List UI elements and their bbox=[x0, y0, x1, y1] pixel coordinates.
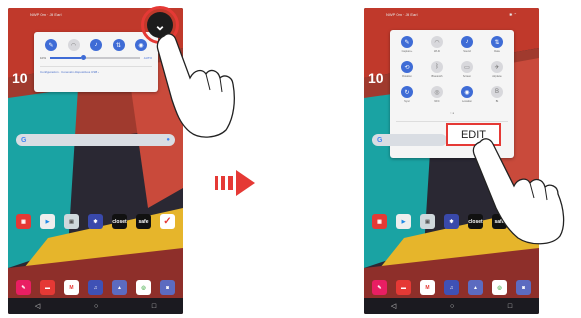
location-icon: ◉ bbox=[461, 86, 473, 98]
wifi-icon: ◠ bbox=[67, 39, 80, 51]
qs-tile-pencil[interactable]: ✎ bbox=[40, 39, 62, 51]
qs-tile-airplane[interactable]: ✈ Airplane bbox=[486, 61, 508, 78]
chat-icon[interactable]: ▬ bbox=[40, 280, 55, 295]
back-button[interactable]: ◁ bbox=[35, 302, 40, 310]
airplane-icon: ✈ bbox=[491, 61, 503, 73]
sync-icon: ↻ bbox=[401, 86, 413, 98]
screen-icon: ▭ bbox=[461, 61, 473, 73]
play-store-icon[interactable]: ▶ bbox=[40, 214, 55, 229]
qs-tile-data[interactable]: ⇅ Data bbox=[486, 36, 508, 53]
qs-tile-wifi[interactable]: ◠ bbox=[63, 39, 85, 51]
nav-bar: ◁ ○ □ bbox=[364, 298, 539, 314]
status-bar: NWP 0m · Jil Earl ✱ ⌃ bbox=[364, 8, 539, 20]
qs-tile-rotation[interactable]: ⟲ Rotation bbox=[396, 61, 418, 78]
pointing-hand-icon bbox=[472, 138, 565, 245]
qs-tile-b[interactable]: B Bt bbox=[486, 86, 508, 103]
chat-icon[interactable]: ▬ bbox=[396, 280, 411, 295]
qs-tile-capture[interactable]: ✎ Capture+ bbox=[396, 36, 418, 53]
home-clock: 10 bbox=[368, 70, 384, 86]
brightness-low-label: 10% bbox=[40, 56, 47, 60]
vodafone-icon[interactable]: ✓ bbox=[160, 214, 175, 229]
google-icon: G bbox=[377, 136, 383, 144]
dock: ✎ ▬ M ♫ ▲ ◎ ◙ bbox=[372, 280, 531, 295]
data-icon: ⇅ bbox=[112, 39, 125, 51]
qs-tile-wifi[interactable]: ◠ Wi-Fi bbox=[426, 36, 448, 53]
pencil-icon: ✎ bbox=[401, 36, 413, 48]
settings-icon[interactable]: ✱ bbox=[88, 214, 103, 229]
pencil-icon: ✎ bbox=[45, 39, 57, 51]
settings-icon[interactable]: ✱ bbox=[444, 214, 459, 229]
qs-tile-nfc[interactable]: ◎ NFC bbox=[426, 86, 448, 103]
sound-icon: ♪ bbox=[461, 36, 473, 48]
status-text: NWP 0m · Jil Earl bbox=[386, 11, 418, 17]
folder-icon[interactable]: ▦ bbox=[16, 214, 31, 229]
sound-icon: ♪ bbox=[90, 39, 102, 51]
dock: ✎ ▬ M ♫ ▲ ◎ ◙ bbox=[16, 280, 175, 295]
b-icon: B bbox=[491, 86, 503, 98]
recents-button[interactable]: □ bbox=[152, 303, 156, 310]
photos-icon[interactable]: ▲ bbox=[468, 280, 483, 295]
home-clock: 10 bbox=[12, 70, 28, 86]
qs-tile-screen[interactable]: ▭ Screen bbox=[456, 61, 478, 78]
photos-icon[interactable]: ▲ bbox=[112, 280, 127, 295]
divider bbox=[396, 121, 508, 122]
search-bar[interactable]: G bbox=[372, 134, 447, 146]
gmail-icon[interactable]: M bbox=[420, 280, 435, 295]
pen-icon[interactable]: ✎ bbox=[372, 280, 387, 295]
gallery-icon[interactable]: ▣ bbox=[64, 214, 79, 229]
qs-tile-sync[interactable]: ↻ Sync bbox=[396, 86, 418, 103]
qs-tile-bluetooth[interactable]: ᛒ Bluetooth bbox=[426, 61, 448, 78]
status-text: NWP 0m · Jil Earl bbox=[30, 11, 62, 17]
folder-icon[interactable]: ▦ bbox=[372, 214, 387, 229]
notification-item[interactable]: Configuración · Conexión dispositivos US… bbox=[34, 67, 158, 77]
music-icon[interactable]: ♫ bbox=[444, 280, 459, 295]
closet-icon[interactable]: closet bbox=[112, 214, 127, 229]
location-icon: ◉ bbox=[135, 39, 147, 51]
brightness-fill bbox=[50, 57, 82, 59]
chrome-icon[interactable]: ◎ bbox=[492, 280, 507, 295]
nav-bar: ◁ ○ □ bbox=[8, 298, 183, 314]
home-app-row: ▦ ▶ ▣ ✱ closet safe ✓ bbox=[16, 214, 175, 229]
music-icon[interactable]: ♫ bbox=[88, 280, 103, 295]
gallery-icon[interactable]: ▣ bbox=[420, 214, 435, 229]
camera-icon[interactable]: ◙ bbox=[160, 280, 175, 295]
rotate-icon: ⟲ bbox=[401, 61, 413, 73]
nfc-icon: ◎ bbox=[431, 86, 443, 98]
safe-icon[interactable]: safe bbox=[136, 214, 151, 229]
qs-tile-sound[interactable]: ♪ bbox=[85, 39, 107, 51]
brightness-thumb[interactable] bbox=[81, 55, 87, 60]
home-button[interactable]: ○ bbox=[94, 303, 98, 310]
next-step-arrow-icon bbox=[215, 170, 255, 196]
gear-icon[interactable]: ✱ ⌃ bbox=[509, 12, 517, 17]
google-icon: G bbox=[21, 136, 27, 144]
notification-shade-collapsed[interactable]: ✎ ◠ ♪ ⇅ ◉ 10% AUTO Configuración · Conex… bbox=[34, 32, 158, 92]
qs-tile-data[interactable]: ⇅ bbox=[108, 39, 130, 51]
recents-button[interactable]: □ bbox=[508, 303, 512, 310]
brightness-slider[interactable] bbox=[50, 55, 140, 60]
pen-icon[interactable]: ✎ bbox=[16, 280, 31, 295]
qs-tile-location[interactable]: ◉ Location bbox=[456, 86, 478, 103]
pointing-hand-icon bbox=[156, 33, 235, 138]
qs-tile-sound[interactable]: ♪ Sound bbox=[456, 36, 478, 53]
page-indicator: ○ ● bbox=[449, 111, 455, 115]
bluetooth-icon: ᛒ bbox=[431, 61, 443, 73]
chrome-icon[interactable]: ◎ bbox=[136, 280, 151, 295]
play-store-icon[interactable]: ▶ bbox=[396, 214, 411, 229]
gmail-icon[interactable]: M bbox=[64, 280, 79, 295]
camera-icon[interactable]: ◙ bbox=[516, 280, 531, 295]
back-button[interactable]: ◁ bbox=[391, 302, 396, 310]
home-button[interactable]: ○ bbox=[450, 303, 454, 310]
wifi-icon: ◠ bbox=[431, 36, 443, 48]
data-icon: ⇅ bbox=[491, 36, 503, 48]
